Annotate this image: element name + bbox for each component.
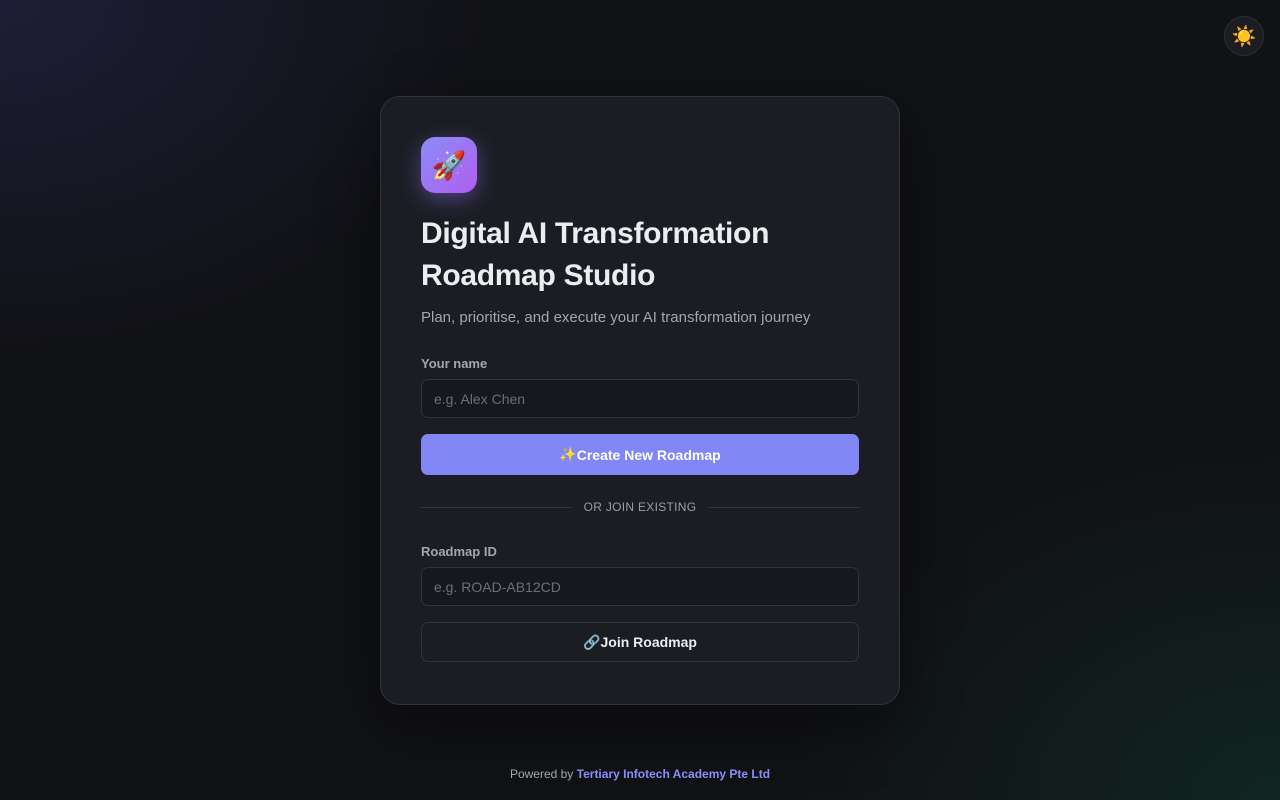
footer-brand-link[interactable]: Tertiary Infotech Academy Pte Ltd [577,767,770,781]
name-label: Your name [421,356,488,371]
or-divider: OR JOIN EXISTING [421,500,859,514]
sun-icon: ☀️ [1231,25,1257,48]
footer: Powered by Tertiary Infotech Academy Pte… [0,767,1280,781]
roadmap-id-input[interactable] [421,567,859,606]
theme-toggle-button[interactable]: ☀️ [1224,16,1264,56]
divider-line-left [421,506,572,508]
join-roadmap-label: Join Roadmap [600,634,697,650]
title-line-2: Roadmap Studio [421,259,656,292]
login-card: 🚀 Digital AI Transformation Roadmap Stud… [380,96,900,705]
divider-line-right [708,506,859,508]
rocket-icon: 🚀 [431,149,467,181]
page-subtitle: Plan, prioritise, and execute your AI tr… [421,309,811,326]
title-line-1: Digital AI Transformation [421,217,770,250]
page-title: Digital AI Transformation Roadmap Studio [421,213,859,297]
roadmap-id-label: Roadmap ID [421,544,497,559]
link-icon: 🔗 [583,633,601,650]
divider-text: OR JOIN EXISTING [583,500,697,514]
create-roadmap-button[interactable]: ✨ Create New Roadmap [421,434,859,475]
name-input[interactable] [421,379,859,418]
sparkles-icon: ✨ [559,446,577,462]
join-roadmap-button[interactable]: 🔗 Join Roadmap [421,622,859,662]
create-roadmap-label: Create New Roadmap [576,446,721,463]
footer-prefix: Powered by [509,767,574,781]
rocket-logo-icon: 🚀 [421,137,477,193]
